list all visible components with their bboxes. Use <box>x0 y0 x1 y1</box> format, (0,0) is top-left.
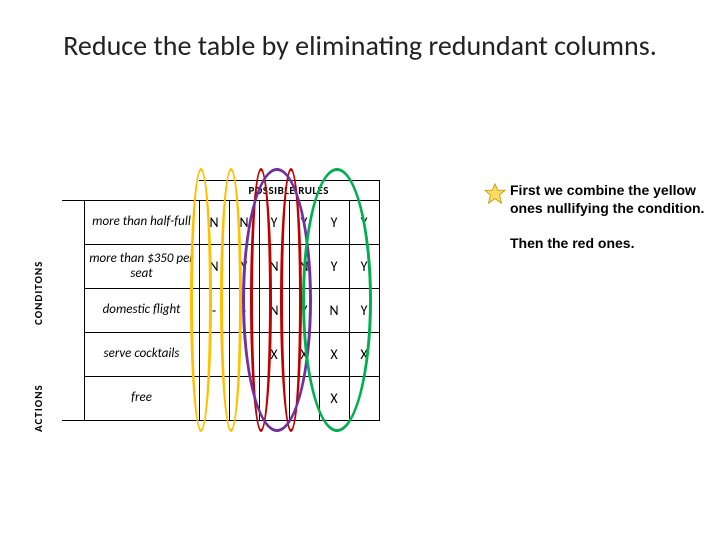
rule-cell <box>259 377 289 421</box>
rule-cell <box>229 377 259 421</box>
rule-cell: N <box>259 245 289 289</box>
possible-rules-header: POSSIBLE RULES <box>199 181 379 201</box>
content-area: CONDITONS ACTIONS POSSIBLE RULES more th… <box>40 180 380 426</box>
rule-cell: X <box>259 333 289 377</box>
conditions-side-label: CONDITONS <box>32 299 45 325</box>
rule-cell: X <box>289 333 319 377</box>
rule-cell: - <box>229 289 259 333</box>
rule-cell: Y <box>349 201 379 245</box>
rule-cell: Y <box>229 245 259 289</box>
annotation-text: First we combine the yellow ones nullify… <box>510 182 705 253</box>
rule-cell: Y <box>319 245 349 289</box>
rule-cell: N <box>289 245 319 289</box>
rule-cell <box>229 333 259 377</box>
rule-cell: Y <box>259 201 289 245</box>
rule-cell: N <box>229 201 259 245</box>
rule-cell: N <box>259 289 289 333</box>
decision-table: POSSIBLE RULES more than half-full N N Y… <box>62 180 380 421</box>
rule-cell: X <box>349 333 379 377</box>
table-row: free X <box>62 377 379 421</box>
star-icon <box>484 183 506 205</box>
table-row: more than $350 per seat N Y N N Y Y <box>62 245 379 289</box>
rule-cell: Y <box>319 201 349 245</box>
rule-cell <box>199 377 229 421</box>
row-label: more than $350 per seat <box>84 245 199 289</box>
rule-cell: N <box>319 289 349 333</box>
annotation-line-1: First we combine the yellow ones nullify… <box>510 182 705 217</box>
rule-cell: Y <box>349 245 379 289</box>
row-label: more than half-full <box>84 201 199 245</box>
rule-cell: - <box>199 289 229 333</box>
rule-cell: Y <box>289 201 319 245</box>
rule-cell <box>199 333 229 377</box>
rule-cell: N <box>199 245 229 289</box>
actions-side-label: ACTIONS <box>32 406 45 432</box>
rule-cell: N <box>199 201 229 245</box>
rule-cell: Y <box>289 289 319 333</box>
slide-title: Reduce the table by eliminating redundan… <box>0 0 720 73</box>
row-label: serve cocktails <box>84 333 199 377</box>
row-label: free <box>84 377 199 421</box>
row-label: domestic flight <box>84 289 199 333</box>
table-row: domestic flight - - N Y N Y <box>62 289 379 333</box>
rule-cell <box>289 377 319 421</box>
rule-cell: X <box>319 333 349 377</box>
rule-cell: X <box>319 377 349 421</box>
rule-cell <box>349 377 379 421</box>
decision-table-wrap: CONDITONS ACTIONS POSSIBLE RULES more th… <box>40 180 380 421</box>
table-row: more than half-full N N Y Y Y Y <box>62 201 379 245</box>
rule-cell: Y <box>349 289 379 333</box>
table-row: serve cocktails X X X X <box>62 333 379 377</box>
annotation-line-2: Then the red ones. <box>510 235 705 253</box>
